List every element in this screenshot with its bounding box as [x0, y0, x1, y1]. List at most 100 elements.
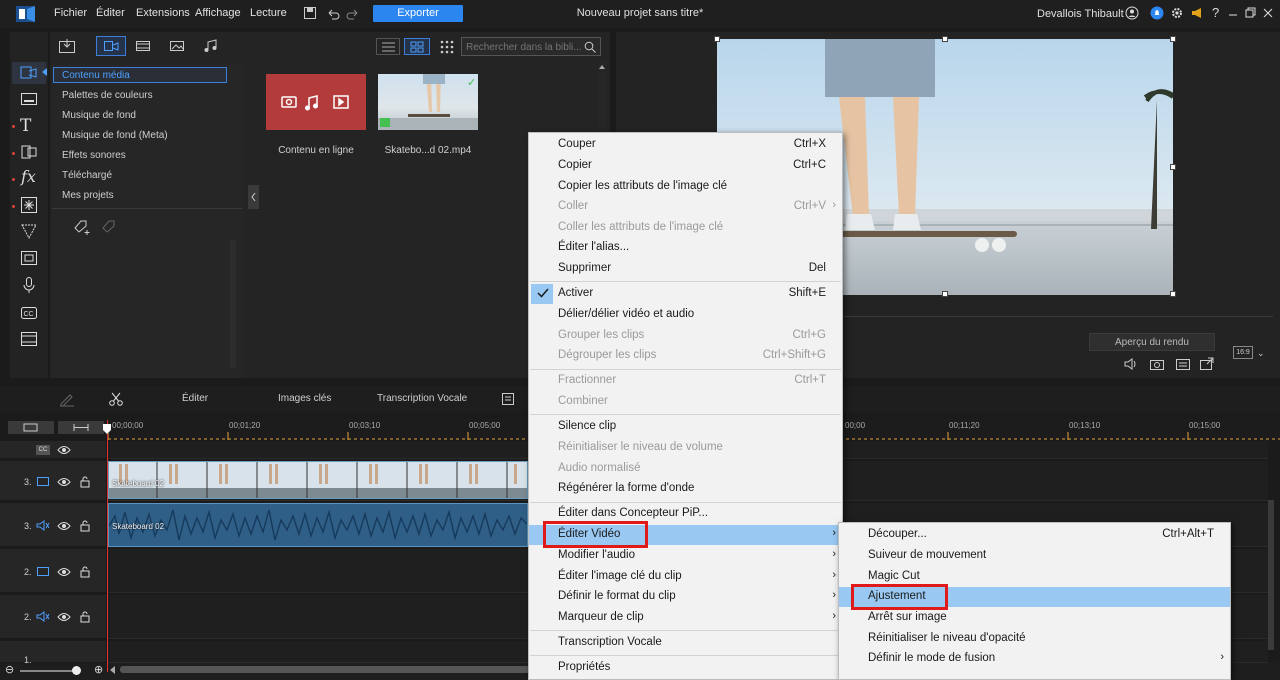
menu-affichage[interactable]: Affichage: [195, 7, 241, 19]
eye-icon[interactable]: [57, 444, 71, 456]
menu-item-delier[interactable]: Délier/délier vidéo et audio: [529, 305, 842, 325]
category-effets-sonores[interactable]: Effets sonores: [62, 150, 126, 161]
pip-room-icon[interactable]: [20, 249, 38, 267]
grid-view-button[interactable]: [404, 38, 430, 55]
save-icon[interactable]: [303, 6, 317, 20]
video-audio-filter-icon[interactable]: [103, 40, 119, 52]
scissors-icon[interactable]: [108, 391, 124, 407]
timeline-edit-button[interactable]: Éditer: [182, 393, 208, 404]
close-icon[interactable]: [1262, 6, 1274, 20]
track-manager-button[interactable]: [8, 421, 54, 434]
export-button[interactable]: Exporter: [373, 5, 463, 22]
settings-gear-icon[interactable]: [1170, 6, 1184, 20]
video-room-icon[interactable]: [20, 90, 38, 108]
menu-item-definir-format[interactable]: Définir le format du clip ›: [529, 587, 842, 607]
eye-icon[interactable]: [57, 611, 71, 623]
search-icon[interactable]: [584, 41, 596, 53]
menu-item-editer-alias[interactable]: Éditer l'alias...: [529, 238, 842, 258]
menu-item-audio-normalise[interactable]: Audio normalisé: [529, 459, 842, 479]
resize-handle[interactable]: [1170, 291, 1176, 297]
menu-item-grouper[interactable]: Grouper les clips Ctrl+G: [529, 326, 842, 346]
menu-item-fractionner[interactable]: Fractionner Ctrl+T: [529, 371, 842, 391]
resize-handle[interactable]: [1170, 36, 1176, 42]
more-options-grid-icon[interactable]: [440, 40, 454, 54]
menu-item-copier-attributs[interactable]: Copier les attributs de l'image clé: [529, 177, 842, 197]
online-content-thumbnail[interactable]: [266, 74, 366, 130]
subtitle-room-icon[interactable]: CC: [20, 304, 38, 322]
add-tag-icon[interactable]: [72, 218, 92, 236]
undo-icon[interactable]: [326, 6, 340, 20]
menu-item-marqueur-clip[interactable]: Marqueur de clip ›: [529, 608, 842, 628]
submenu-item-reinit-opacite[interactable]: Réinitialiser le niveau d'opacité: [839, 629, 1230, 649]
menu-item-coller-attributs[interactable]: Coller les attributs de l'image clé: [529, 218, 842, 238]
submenu-item-suiveur-mouvement[interactable]: Suiveur de mouvement: [839, 546, 1230, 566]
menu-item-modifier-audio[interactable]: Modifier l'audio ›: [529, 546, 842, 566]
resize-handle[interactable]: [942, 291, 948, 297]
timeline-vertical-scrollbar[interactable]: [1268, 500, 1274, 650]
snapshot-camera-icon[interactable]: [1149, 357, 1165, 371]
voice-transcription-button[interactable]: Transcription Vocale: [377, 393, 467, 404]
zoom-slider-knob[interactable]: [72, 666, 81, 675]
menu-item-supprimer[interactable]: Supprimer Del: [529, 259, 842, 279]
menu-item-regenerer-onde[interactable]: Régénérer la forme d'onde: [529, 479, 842, 499]
fx-room-icon[interactable]: fx: [21, 168, 39, 186]
chapter-room-icon[interactable]: [20, 330, 38, 348]
video-filter-icon[interactable]: [135, 40, 151, 52]
category-palettes-couleurs[interactable]: Palettes de couleurs: [62, 90, 153, 101]
image-filter-icon[interactable]: [169, 40, 185, 52]
menu-lecture[interactable]: Lecture: [250, 7, 287, 19]
account-icon[interactable]: [1125, 6, 1139, 20]
preview-quality-icon[interactable]: [1175, 357, 1191, 371]
minimize-icon[interactable]: [1227, 6, 1239, 20]
submenu-item-decouper[interactable]: Découper... Ctrl+Alt+T: [839, 525, 1230, 545]
title-room-icon[interactable]: T: [20, 117, 38, 135]
playhead[interactable]: [107, 420, 108, 672]
menu-item-reinit-volume[interactable]: Réinitialiser le niveau de volume: [529, 438, 842, 458]
category-mes-projets[interactable]: Mes projets: [62, 190, 114, 201]
audio-clip[interactable]: Skateboard 02: [108, 503, 528, 547]
eye-icon[interactable]: [57, 476, 71, 488]
zoom-slider[interactable]: [20, 670, 78, 672]
zoom-in-icon[interactable]: ⊕: [94, 665, 103, 676]
mask-room-icon[interactable]: [20, 222, 38, 240]
scroll-left-icon[interactable]: [110, 666, 116, 674]
list-view-button[interactable]: [376, 38, 400, 55]
remove-tag-icon[interactable]: [100, 218, 120, 236]
menu-item-coller[interactable]: Coller Ctrl+V ›: [529, 197, 842, 217]
submenu-item-mode-fusion[interactable]: Définir le mode de fusion ›: [839, 649, 1230, 669]
preview-scrubber[interactable]: [843, 316, 1273, 317]
external-display-icon[interactable]: [1199, 357, 1215, 371]
menu-item-silence-clip[interactable]: Silence clip: [529, 417, 842, 437]
library-search-box[interactable]: [461, 37, 601, 56]
transcript-doc-icon[interactable]: [500, 391, 516, 407]
eye-icon[interactable]: [57, 520, 71, 532]
zoom-out-icon[interactable]: ⊖: [5, 665, 14, 676]
lock-icon[interactable]: [79, 565, 91, 578]
category-telecharge[interactable]: Téléchargé: [62, 170, 112, 181]
aspect-ratio-button[interactable]: 16:9: [1233, 346, 1253, 359]
menu-item-degrouper[interactable]: Dégrouper les clips Ctrl+Shift+G: [529, 346, 842, 366]
eye-icon[interactable]: [57, 566, 71, 578]
lock-icon[interactable]: [79, 610, 91, 623]
resize-handle[interactable]: [942, 36, 948, 42]
resize-handle[interactable]: [1170, 164, 1176, 170]
transition-room-icon[interactable]: [20, 143, 38, 161]
menu-editer[interactable]: Éditer: [96, 7, 125, 19]
megaphone-icon[interactable]: [1190, 6, 1204, 20]
keyframes-button[interactable]: Images clés: [278, 393, 331, 404]
menu-fichier[interactable]: Fichier: [54, 7, 87, 19]
chevron-down-icon[interactable]: ⌄: [1257, 348, 1265, 359]
submenu-item-arret-image[interactable]: Arrêt sur image: [839, 608, 1230, 628]
category-musique-de-fond-meta[interactable]: Musique de fond (Meta): [62, 130, 168, 141]
category-musique-de-fond[interactable]: Musique de fond: [62, 110, 136, 121]
resize-handle[interactable]: [714, 36, 720, 42]
import-icon[interactable]: [58, 38, 76, 54]
user-name[interactable]: Devallois Thibault: [1037, 8, 1124, 20]
lock-icon[interactable]: [79, 519, 91, 532]
redo-icon[interactable]: [346, 6, 360, 20]
menu-item-editer-image-cle[interactable]: Éditer l'image clé du clip ›: [529, 567, 842, 587]
help-icon[interactable]: ?: [1212, 5, 1219, 20]
category-contenu-media[interactable]: Contenu média: [62, 70, 130, 81]
menu-item-activer[interactable]: Activer Shift+E: [529, 284, 842, 304]
timeline-horizontal-scrollbar[interactable]: [120, 666, 530, 673]
